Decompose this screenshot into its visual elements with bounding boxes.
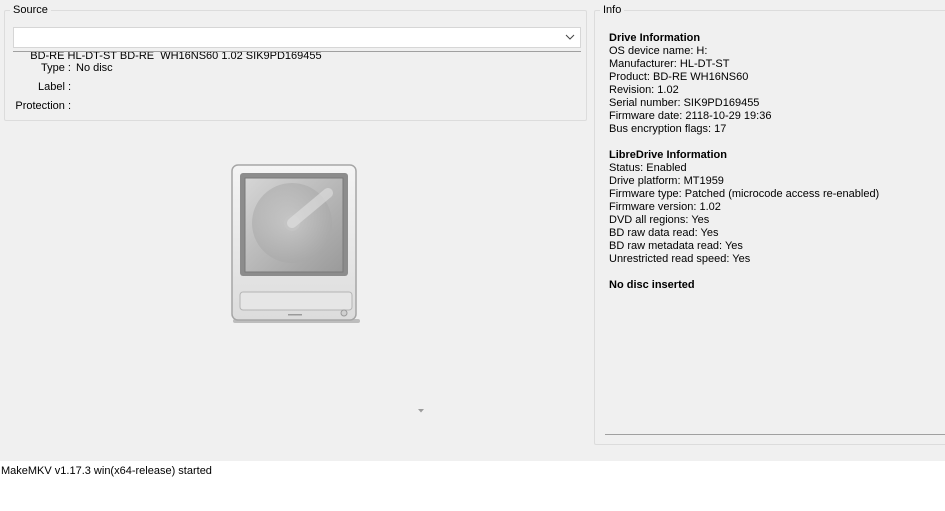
info-line: Bus encryption flags: 17 [609,123,727,135]
info-line: OS device name: H: [609,45,708,57]
protection-row: Protection : [5,100,71,113]
info-line: Unrestricted read speed: Yes [609,253,751,265]
info-line: Firmware version: 1.02 [609,201,721,213]
log-output[interactable]: MakeMKV v1.17.3 win(x64-release) started [0,461,945,511]
drive-information-heading: Drive Information [609,32,701,44]
type-row: Type : [5,62,71,75]
source-divider [13,51,581,52]
source-group-title: Source [10,4,51,17]
info-line: Firmware type: Patched (microcode access… [609,188,880,200]
info-line: Firmware date: 2118-10-29 19:36 [609,110,772,122]
protection-label: Protection : [15,100,71,112]
info-line: Drive platform: MT1959 [609,175,724,187]
info-line: BD raw metadata read: Yes [609,240,743,252]
drive-select[interactable]: BD-RE HL-DT-ST BD-RE WH16NS60 1.02 SIK9P… [13,27,581,62]
type-label: Type : [41,62,71,74]
drive-information-section: Drive Information OS device name: H: Man… [609,32,771,136]
disc-status-section: No disc inserted [609,279,695,292]
label-row: Label : [5,81,71,94]
info-group: Info Drive Information OS device name: H… [594,4,945,445]
info-line: Status: Enabled [609,162,687,174]
info-line: Product: BD-RE WH16NS60 [609,71,749,83]
info-line: Serial number: SIK9PD169455 [609,97,760,109]
info-line: Revision: 1.02 [609,84,679,96]
libredrive-information-heading: LibreDrive Information [609,149,727,161]
label-label: Label : [37,81,71,93]
info-group-title: Info [600,4,625,17]
optical-drive-icon[interactable] [228,162,364,324]
info-line: Manufacturer: HL-DT-ST [609,58,730,70]
libredrive-information-section: LibreDrive Information Status: Enabled D… [609,149,879,266]
info-line: DVD all regions: Yes [609,214,710,226]
info-divider [605,434,945,435]
triangle-down-icon[interactable] [417,408,425,414]
source-group: Source BD-RE HL-DT-ST BD-RE WH16NS60 1.0… [4,4,587,121]
type-value: No disc [76,62,113,74]
disc-status-heading: No disc inserted [609,279,695,291]
info-line: BD raw data read: Yes [609,227,719,239]
log-line: MakeMKV v1.17.3 win(x64-release) started [1,465,212,477]
chevron-down-icon[interactable] [565,32,575,42]
